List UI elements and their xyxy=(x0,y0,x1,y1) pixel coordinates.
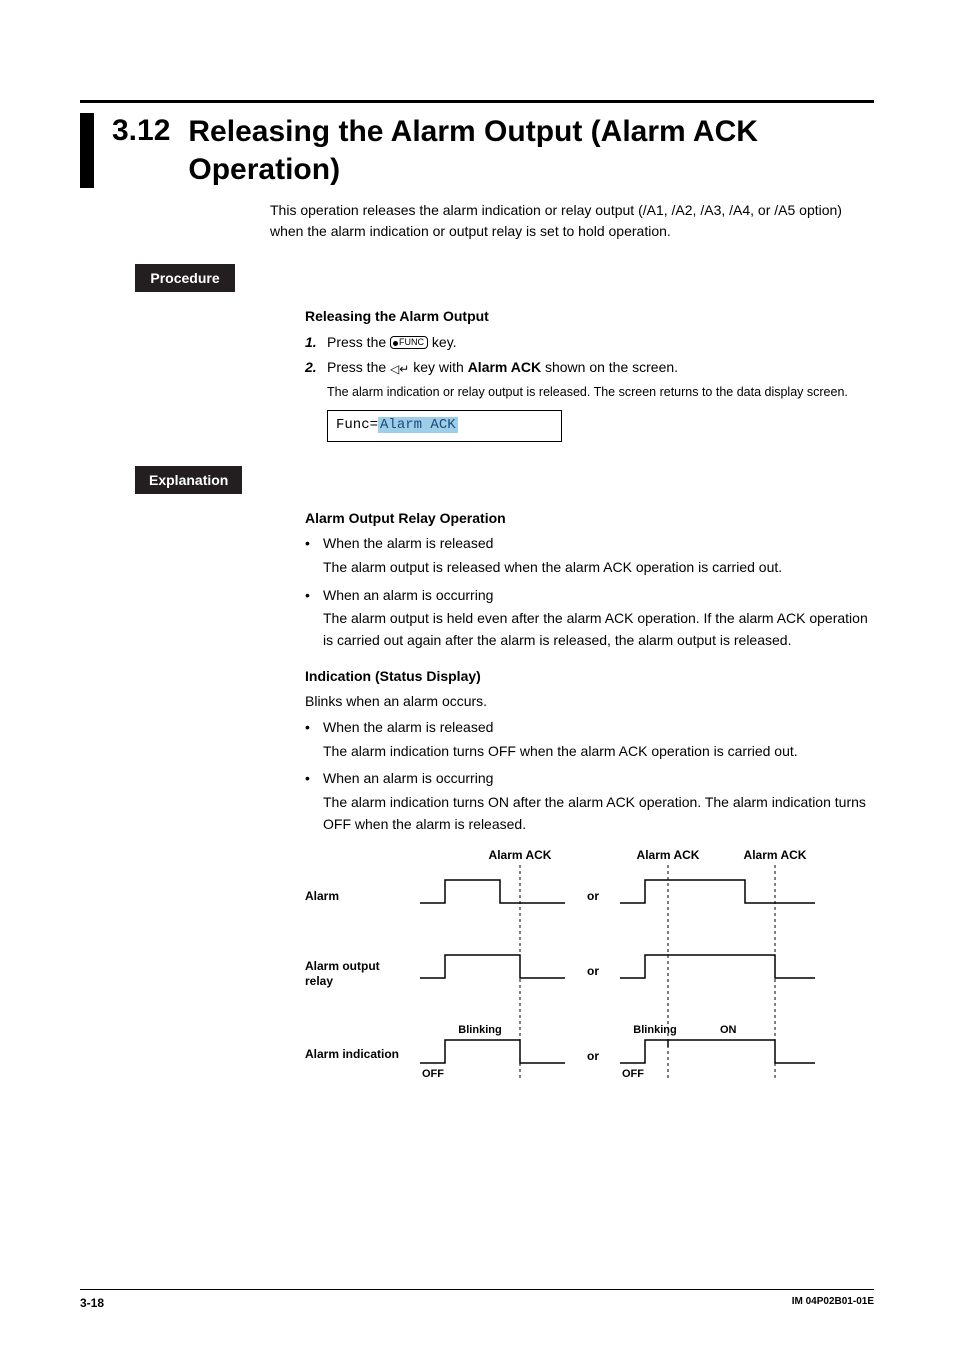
section-title: Releasing the Alarm Output (Alarm ACK Op… xyxy=(188,113,874,188)
bold-text: Alarm ACK xyxy=(468,359,541,375)
annotation-off: OFF xyxy=(622,1068,644,1080)
text: Press the xyxy=(327,334,390,350)
annotation-blinking: Blinking xyxy=(458,1024,501,1036)
explanation-heading-1: Alarm Output Relay Operation xyxy=(305,508,874,530)
procedure-content: Releasing the Alarm Output 1. Press the … xyxy=(305,306,874,442)
bullet-head: When an alarm is occurring xyxy=(323,585,874,607)
page-number: 3-18 xyxy=(80,1296,104,1310)
screen-prefix: Func= xyxy=(336,417,378,433)
text: key with xyxy=(409,359,467,375)
section-intro: This operation releases the alarm indica… xyxy=(270,200,874,242)
bullet-item: • When an alarm is occurring xyxy=(305,585,874,607)
text: shown on the screen. xyxy=(541,359,678,375)
bullet-body: The alarm indication turns OFF when the … xyxy=(323,741,874,763)
page-footer: 3-18 IM 04P02B01-01E xyxy=(80,1289,874,1310)
bullet-head: When the alarm is released xyxy=(323,533,874,555)
bullet-body: The alarm output is released when the al… xyxy=(323,557,874,579)
key-label: FUNC xyxy=(399,337,424,347)
explanation-label: Explanation xyxy=(135,466,242,494)
func-key-icon: FUNC xyxy=(390,336,428,349)
bullet-body: The alarm output is held even after the … xyxy=(323,608,874,651)
doc-id: IM 04P02B01-01E xyxy=(792,1296,874,1310)
step-number: 1. xyxy=(305,332,327,354)
bullet-icon: • xyxy=(305,717,323,739)
step-1: 1. Press the FUNC key. xyxy=(305,332,874,354)
procedure-label: Procedure xyxy=(135,264,235,292)
explanation-subtext: Blinks when an alarm occurs. xyxy=(305,691,874,713)
or-text: or xyxy=(587,1049,599,1063)
step-note: The alarm indication or relay output is … xyxy=(327,383,874,402)
annotation-off: OFF xyxy=(422,1068,444,1080)
left-enter-key-icon: ◁↵ xyxy=(390,363,409,375)
section-number: 3.12 xyxy=(94,113,188,149)
bullet-item: • When an alarm is occurring xyxy=(305,768,874,790)
row-label: Alarm xyxy=(305,889,339,903)
row-label: relay xyxy=(305,974,333,988)
col-label: Alarm ACK xyxy=(744,848,807,862)
step-2: 2. Press the ◁↵ key with Alarm ACK shown… xyxy=(305,357,874,379)
or-text: or xyxy=(587,889,599,903)
bullet-body: The alarm indication turns ON after the … xyxy=(323,792,874,835)
bullet-icon: • xyxy=(305,768,323,790)
section-bar xyxy=(80,113,94,188)
text: Press the xyxy=(327,359,390,375)
timing-diagram: .lbl { font: bold 12px Arial; } .sm { fo… xyxy=(305,845,874,1095)
explanation-content: Alarm Output Relay Operation • When the … xyxy=(305,508,874,836)
text: key. xyxy=(428,334,457,350)
bullet-item: • When the alarm is released xyxy=(305,717,874,739)
screen-value: Alarm ACK xyxy=(378,417,458,433)
explanation-heading-2: Indication (Status Display) xyxy=(305,666,874,688)
bullet-head: When an alarm is occurring xyxy=(323,768,874,790)
col-label: Alarm ACK xyxy=(489,848,552,862)
bullet-icon: • xyxy=(305,533,323,555)
bullet-item: • When the alarm is released xyxy=(305,533,874,555)
annotation-on: ON xyxy=(720,1024,737,1036)
bullet-head: When the alarm is released xyxy=(323,717,874,739)
col-label: Alarm ACK xyxy=(637,848,700,862)
step-text: Press the ◁↵ key with Alarm ACK shown on… xyxy=(327,357,874,379)
screen-display: Func=Alarm ACK xyxy=(327,410,562,442)
row-label: Alarm indication xyxy=(305,1047,399,1061)
annotation-blinking: Blinking xyxy=(633,1024,676,1036)
section-header: 3.12 Releasing the Alarm Output (Alarm A… xyxy=(80,100,874,188)
timing-diagram-svg: .lbl { font: bold 12px Arial; } .sm { fo… xyxy=(305,845,865,1095)
procedure-heading: Releasing the Alarm Output xyxy=(305,306,874,328)
bullet-icon: • xyxy=(305,585,323,607)
row-label: Alarm output xyxy=(305,959,380,973)
or-text: or xyxy=(587,964,599,978)
step-text: Press the FUNC key. xyxy=(327,332,874,354)
step-number: 2. xyxy=(305,357,327,379)
